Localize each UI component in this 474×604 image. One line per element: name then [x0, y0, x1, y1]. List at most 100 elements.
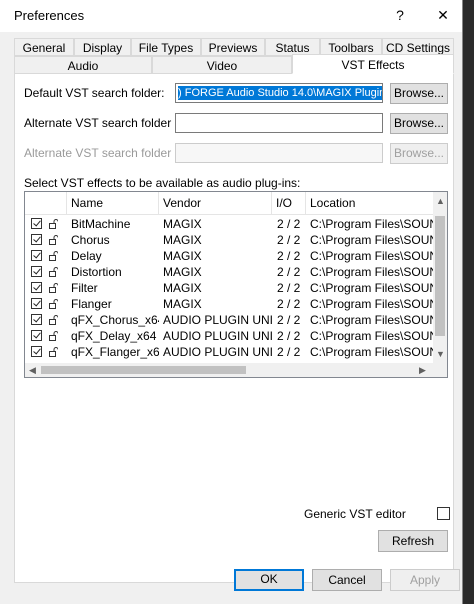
plugin-io: 2 / 2: [277, 249, 301, 263]
plugin-io: 2 / 2: [277, 281, 301, 295]
list-label: Select VST effects to be available as au…: [24, 176, 301, 190]
unlock-icon: [49, 219, 58, 229]
table-row[interactable]: Delay MAGIX 2 / 2 C:\Program Files\SOUND F: [25, 248, 435, 264]
enable-checkbox[interactable]: [31, 298, 42, 309]
plugin-io: 2 / 2: [277, 345, 301, 359]
alt1-browse-button[interactable]: Browse...: [390, 113, 448, 134]
plugin-location: C:\Program Files\SOUND F: [310, 281, 434, 295]
enable-checkbox[interactable]: [31, 266, 42, 277]
tab-display[interactable]: Display: [74, 38, 131, 56]
default-folder-value: ) FORGE Audio Studio 14.0\MAGIX Plugins\: [178, 86, 382, 100]
vertical-scrollbar[interactable]: ▲ ▼: [433, 192, 447, 363]
plugin-name: Chorus: [71, 233, 110, 247]
horizontal-scrollbar[interactable]: ◀ ▶: [25, 363, 447, 377]
plugin-location: C:\Program Files\SOUND F: [310, 233, 434, 247]
plugin-location: C:\Program Files\SOUND F: [310, 297, 434, 311]
plugin-vendor: AUDIO PLUGIN UNION: [163, 329, 272, 343]
unlock-icon: [49, 347, 58, 357]
preferences-dialog: Preferences ? ✕ General Display File Typ…: [0, 0, 463, 604]
header-name[interactable]: Name: [67, 192, 159, 214]
unlock-icon: [49, 315, 58, 325]
plugin-io: 2 / 2: [277, 233, 301, 247]
plugin-vendor: MAGIX: [163, 249, 202, 263]
enable-checkbox[interactable]: [31, 330, 42, 341]
unlock-icon: [49, 235, 58, 245]
plugin-vendor: MAGIX: [163, 281, 202, 295]
header-blank: [25, 192, 67, 214]
table-row[interactable]: Chorus MAGIX 2 / 2 C:\Program Files\SOUND F: [25, 232, 435, 248]
plugin-location: C:\Program Files\SOUND F: [310, 249, 434, 263]
unlock-icon: [49, 283, 58, 293]
plugin-name: Filter: [71, 281, 98, 295]
alt-folder1-input[interactable]: [175, 113, 383, 133]
tab-vst-effects[interactable]: VST Effects: [292, 54, 454, 74]
unlock-icon: [49, 299, 58, 309]
cancel-button[interactable]: Cancel: [312, 569, 382, 591]
plugin-location: C:\Program Files\SOUND F: [310, 313, 434, 327]
list-header: Name Vendor I/O Location: [25, 192, 435, 215]
table-row[interactable]: Distortion MAGIX 2 / 2 C:\Program Files\SOU…: [25, 264, 435, 280]
scroll-up-icon[interactable]: ▲: [436, 196, 445, 206]
unlock-icon: [49, 267, 58, 277]
plugin-vendor: MAGIX: [163, 217, 202, 231]
table-row[interactable]: BitMachine MAGIX 2 / 2 C:\Program Files\SOU…: [25, 216, 435, 232]
alt-folder1-label: Alternate VST search folder 1:: [24, 116, 185, 130]
default-browse-button[interactable]: Browse...: [390, 83, 448, 104]
plugin-name: BitMachine: [71, 217, 131, 231]
close-button[interactable]: ✕: [428, 4, 458, 26]
enable-checkbox[interactable]: [31, 314, 42, 325]
plugin-location: C:\Program Files\SOUND F: [310, 329, 434, 343]
plugin-location: C:\Program Files\SOUND F: [310, 265, 434, 279]
plugin-location: C:\Program Files\SOUND F: [310, 345, 434, 359]
plugin-name: qFX_Chorus_x64: [71, 313, 159, 327]
enable-checkbox[interactable]: [31, 218, 42, 229]
default-folder-label: Default VST search folder:: [24, 86, 165, 100]
tab-file-types[interactable]: File Types: [131, 38, 201, 56]
plugin-io: 2 / 2: [277, 313, 301, 327]
table-row[interactable]: Filter MAGIX 2 / 2 C:\Program Files\SOUND F: [25, 280, 435, 296]
plugin-location: C:\Program Files\SOUND F: [310, 217, 434, 231]
scroll-right-icon[interactable]: ▶: [419, 365, 426, 376]
table-row[interactable]: qFX_Chorus_x64 AUDIO PLUGIN UNION 2 / 2 C:\…: [25, 312, 435, 328]
plugin-vendor: MAGIX: [163, 265, 202, 279]
refresh-button[interactable]: Refresh: [378, 530, 448, 552]
plugin-name: Distortion: [71, 265, 122, 279]
ok-button[interactable]: OK: [234, 569, 304, 591]
plugin-vendor: AUDIO PLUGIN UNION: [163, 313, 272, 327]
table-row[interactable]: Flanger MAGIX 2 / 2 C:\Program Files\SOUND …: [25, 296, 435, 312]
header-location[interactable]: Location: [306, 192, 436, 214]
table-row[interactable]: qFX_Delay_x64 AUDIO PLUGIN UNION 2 / 2 C:\P…: [25, 328, 435, 344]
enable-checkbox[interactable]: [31, 346, 42, 357]
tab-general[interactable]: General: [14, 38, 74, 56]
horizontal-scroll-thumb[interactable]: [41, 366, 246, 374]
tab-audio[interactable]: Audio: [14, 56, 152, 74]
alt-folder2-input: [175, 143, 383, 163]
vertical-scroll-thumb[interactable]: [435, 216, 445, 336]
plugin-vendor: MAGIX: [163, 233, 202, 247]
help-button[interactable]: ?: [385, 4, 415, 26]
alt-folder2-label: Alternate VST search folder 2:: [24, 146, 185, 160]
plugin-list[interactable]: Name Vendor I/O Location BitMachine MAGIX…: [24, 191, 448, 378]
table-row[interactable]: qFX_Flanger_x64 AUDIO PLUGIN UNION 2 / 2 C:…: [25, 344, 435, 360]
header-io[interactable]: I/O: [272, 192, 306, 214]
enable-checkbox[interactable]: [31, 250, 42, 261]
enable-checkbox[interactable]: [31, 234, 42, 245]
default-folder-input[interactable]: ) FORGE Audio Studio 14.0\MAGIX Plugins\: [175, 83, 383, 103]
header-vendor[interactable]: Vendor: [159, 192, 272, 214]
plugin-io: 2 / 2: [277, 265, 301, 279]
generic-editor-label: Generic VST editor: [304, 507, 406, 521]
enable-checkbox[interactable]: [31, 282, 42, 293]
scroll-left-icon[interactable]: ◀: [29, 365, 36, 376]
plugin-io: 2 / 2: [277, 329, 301, 343]
plugin-vendor: AUDIO PLUGIN UNION: [163, 345, 272, 359]
alt2-browse-button: Browse...: [390, 143, 448, 164]
plugin-name: qFX_Flanger_x64: [71, 345, 159, 359]
plugin-name: qFX_Delay_x64: [71, 329, 157, 343]
plugin-name: Delay: [71, 249, 102, 263]
window-title: Preferences: [14, 8, 85, 23]
scroll-down-icon[interactable]: ▼: [436, 349, 445, 359]
tab-video[interactable]: Video: [152, 56, 292, 74]
tab-previews[interactable]: Previews: [201, 38, 265, 56]
plugin-io: 2 / 2: [277, 297, 301, 311]
generic-editor-checkbox[interactable]: [437, 507, 450, 520]
